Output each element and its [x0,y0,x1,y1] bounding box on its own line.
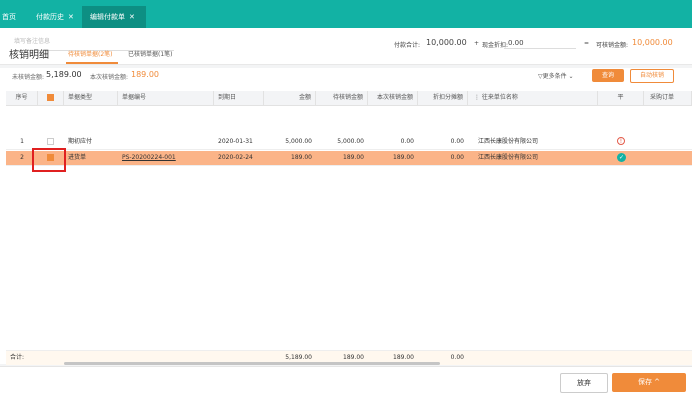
save-button[interactable]: 保存 ^ [612,373,686,392]
total-value: 10,000.00 [426,38,467,47]
col-current: 本次核销金额 [368,91,418,105]
tab-payment-history-label: 付款历史 [36,13,64,21]
tab-payment-history[interactable]: 付款历史 ✕ [30,6,86,28]
writeoff-table: 序号 单据类型 单据编号 到期日 金额 待核销金额 本次核销金额 折扣分摊额 ⋮… [6,91,692,331]
col-due-date: 到期日 [214,91,264,105]
row-partner: 江西长康股份有限公司 [478,154,539,161]
total-label: 付款合计: [394,42,421,49]
cancel-button[interactable]: 放弃 [560,373,608,393]
table-header: 序号 单据类型 单据编号 到期日 金额 待核销金额 本次核销金额 折扣分摊额 ⋮… [6,91,692,106]
chevron-up-icon: ^ [651,378,661,386]
footer-label: 合计: [10,354,25,361]
row-partner: 江西长康股份有限公司 [478,138,539,145]
tab-bar: 首页 付款历史 ✕ 编辑付款单 ✕ [0,0,692,28]
table-row[interactable]: 2 进货单 PS-20200224-001 2020-02-24 189.00 … [6,151,692,166]
action-bar: 放弃 保存 ^ [0,366,692,410]
close-icon[interactable]: ✕ [68,13,74,21]
table-row[interactable]: 1 期初应付 2020-01-31 5,000.00 5,000.00 0.00… [6,135,692,150]
col-doc-no: 单据编号 [118,91,214,105]
row-discount: 0.00 [450,154,464,161]
col-flag: 平 [598,91,644,105]
col-partner: ⋮ 往来单位名称 [468,91,598,105]
row-amount: 189.00 [291,154,312,161]
divider [0,64,692,65]
warning-icon: ! [617,137,625,145]
col-amount: 金额 [264,91,316,105]
col-pending: 待核销金额 [316,91,368,105]
plus-sign: + [474,40,480,47]
chevron-down-icon: ⌄ [566,73,574,80]
equals-sign: = [584,40,590,47]
row-pending: 189.00 [343,154,364,161]
auto-writeoff-button[interactable]: 自动核销 [630,69,674,83]
tab-done-docs[interactable]: 已核销单据(1笔) [128,49,173,58]
query-button[interactable]: 查询 [592,69,624,82]
col-select [38,91,64,105]
row-amount: 5,000.00 [285,138,312,145]
writeoff-value: 10,000.00 [632,38,673,47]
save-label: 保存 [637,378,652,386]
row-checkbox[interactable] [47,138,54,145]
tab-home-label: 首页 [2,13,16,21]
tab-edit-payment-label: 编辑付款单 [90,13,125,21]
more-conditions-label: 更多条件 [542,73,567,80]
tab-edit-payment[interactable]: 编辑付款单 ✕ [82,6,146,28]
unwritten-label: 未核销金额: [12,74,45,81]
col-purchase: 采购订单 [644,91,692,105]
row-current[interactable]: 189.00 [368,151,414,165]
close-icon[interactable]: ✕ [129,13,135,21]
row-doc-type: 期初应付 [68,138,93,145]
row-current[interactable]: 0.00 [368,135,414,149]
row-seq: 1 [20,138,24,145]
more-conditions-button[interactable]: ▽更多条件 ⌄ [538,71,574,80]
select-all-checkbox[interactable] [47,94,54,101]
row-due-date: 2020-02-24 [218,154,253,161]
col-seq: 序号 [6,91,38,105]
row-doc-no[interactable]: PS-20200224-001 [122,151,176,165]
row-due-date: 2020-01-31 [218,138,253,145]
unwritten-value: 5,189.00 [46,70,82,79]
current-writeoff-label: 本次核销金额: [90,74,129,81]
row-pending: 5,000.00 [337,138,364,145]
discount-input[interactable]: 0.00 [508,39,524,47]
more-vert-icon[interactable]: ⋮ [474,94,482,101]
col-doc-type: 单据类型 [64,91,118,105]
tab-pending-docs[interactable]: 待核销单据(2笔) [68,49,113,58]
current-writeoff-value: 189.00 [131,70,159,79]
tab-home[interactable]: 首页 [0,6,22,28]
col-partner-label: 往来单位名称 [481,94,518,101]
horizontal-scrollbar[interactable] [64,362,440,365]
row-doc-type: 进货单 [68,154,87,161]
col-discount: 折扣分摊额 [418,91,468,105]
row-discount: 0.00 [450,138,464,145]
section-title: 核销明细 [9,50,49,61]
writeoff-label: 可核销金额: [596,42,629,49]
check-icon: ✓ [617,153,626,162]
discount-field-underline [504,48,576,49]
highlight-box [32,148,66,172]
